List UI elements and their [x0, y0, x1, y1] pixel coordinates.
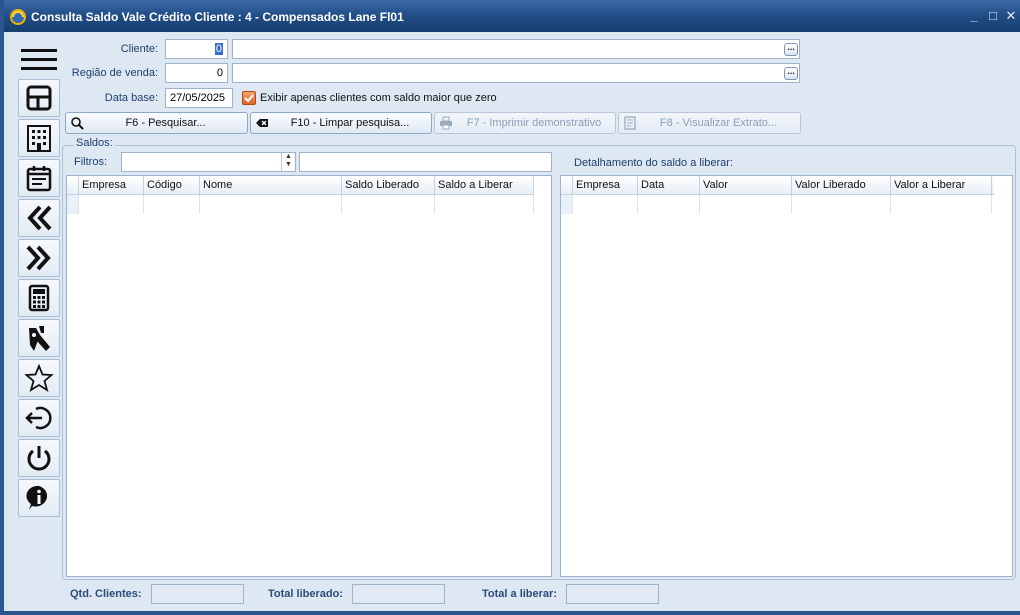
limpar-label: F10 - Limpar pesquisa...	[290, 117, 410, 129]
document-icon	[624, 116, 636, 130]
extrato-label: F8 - Visualizar Extrato...	[659, 117, 778, 129]
col-empresa[interactable]: Empresa	[79, 176, 144, 195]
previous-button[interactable]	[18, 199, 60, 237]
row-indicator-header	[67, 176, 79, 195]
row-indicator	[561, 195, 573, 214]
calendar-button[interactable]	[18, 159, 60, 197]
app-logo-icon	[10, 9, 26, 25]
col-saldo-liberado[interactable]: Saldo Liberado	[342, 176, 435, 195]
calculator-icon	[28, 284, 50, 312]
logout-icon	[25, 406, 52, 430]
cell-valor	[700, 195, 792, 214]
cell-codigo	[144, 195, 200, 214]
tools-icon	[29, 326, 50, 351]
info-button[interactable]	[18, 479, 60, 517]
cell-saldo-a-liberar	[435, 195, 534, 214]
exibir-saldo-label: Exibir apenas clientes com saldo maior q…	[260, 92, 497, 104]
layout-button[interactable]	[18, 79, 60, 117]
cell-valor-liberado	[792, 195, 891, 214]
cliente-label: Cliente:	[120, 43, 158, 55]
cell-data	[638, 195, 700, 214]
double-chevron-right-icon	[26, 245, 51, 271]
building-button[interactable]	[18, 119, 60, 157]
calendar-icon	[26, 166, 52, 192]
window: Consulta Saldo Vale Crédito Cliente : 4 …	[0, 0, 1020, 615]
cliente-lookup-button[interactable]: ...	[784, 43, 798, 56]
row-indicator	[67, 195, 79, 214]
imprimir-button[interactable]: F7 - Imprimir demonstrativo	[434, 112, 616, 134]
saldos-group-label: Saldos:	[74, 137, 115, 149]
minimize-button[interactable]: _	[966, 8, 982, 23]
filtro-field-select[interactable]	[121, 152, 296, 172]
col-saldo-a-liberar[interactable]: Saldo a Liberar	[435, 176, 534, 195]
data-base-label: Data base:	[104, 92, 158, 104]
total-liberado-field	[352, 584, 445, 604]
calculator-button[interactable]	[18, 279, 60, 317]
logout-button[interactable]	[18, 399, 60, 437]
saldos-grid-header: Empresa Código Nome Saldo Liberado Saldo…	[67, 176, 534, 195]
cell-nome	[200, 195, 342, 214]
detalhamento-label: Detalhamento do saldo a liberar:	[574, 157, 733, 169]
regiao-label: Região de venda:	[71, 67, 158, 79]
clear-icon	[256, 119, 268, 127]
exibir-saldo-checkbox[interactable]	[242, 91, 256, 105]
extrato-button[interactable]: F8 - Visualizar Extrato...	[618, 112, 801, 134]
star-icon	[24, 363, 54, 392]
cliente-code-input[interactable]: 0	[165, 39, 228, 59]
info-icon	[26, 485, 48, 510]
data-base-input[interactable]: 27/05/2025	[165, 88, 233, 108]
detalhamento-grid[interactable]: Empresa Data Valor Valor Liberado Valor …	[560, 175, 1013, 577]
title-bar[interactable]: Consulta Saldo Vale Crédito Cliente : 4 …	[4, 0, 1020, 32]
filtros-label: Filtros:	[74, 156, 107, 168]
close-button[interactable]: ✕	[1003, 8, 1019, 24]
search-icon	[71, 117, 84, 130]
pesquisar-button[interactable]: F6 - Pesquisar...	[65, 112, 248, 134]
row-indicator-header	[561, 176, 573, 195]
power-icon	[27, 446, 51, 471]
filtro-text-input[interactable]	[299, 152, 552, 172]
menu-icon[interactable]	[21, 45, 57, 75]
tools-button[interactable]	[18, 319, 60, 357]
building-icon	[27, 125, 51, 152]
layout-icon	[26, 85, 52, 111]
double-chevron-left-icon	[27, 205, 52, 231]
col-empresa[interactable]: Empresa	[573, 176, 638, 195]
col-valor[interactable]: Valor	[700, 176, 792, 195]
total-a-liberar-label: Total a liberar:	[482, 588, 557, 600]
table-row[interactable]	[67, 195, 534, 214]
limpar-button[interactable]: F10 - Limpar pesquisa...	[250, 112, 432, 134]
cliente-code-value: 0	[214, 43, 223, 55]
total-a-liberar-field	[566, 584, 659, 604]
col-nome[interactable]: Nome	[200, 176, 342, 195]
checkmark-icon	[244, 94, 254, 103]
cell-valor-a-liberar	[891, 195, 992, 214]
cell-empresa	[573, 195, 638, 214]
next-button[interactable]	[18, 239, 60, 277]
detalhamento-grid-header: Empresa Data Valor Valor Liberado Valor …	[561, 176, 994, 195]
col-codigo[interactable]: Código	[144, 176, 200, 195]
table-row[interactable]	[561, 195, 992, 214]
qtd-clientes-label: Qtd. Clientes:	[70, 588, 142, 600]
favorite-button[interactable]	[18, 359, 60, 397]
imprimir-label: F7 - Imprimir demonstrativo	[466, 117, 602, 129]
col-valor-liberado[interactable]: Valor Liberado	[792, 176, 891, 195]
qtd-clientes-field	[151, 584, 244, 604]
cell-empresa	[79, 195, 144, 214]
saldos-grid[interactable]: Empresa Código Nome Saldo Liberado Saldo…	[66, 175, 552, 577]
cell-saldo-liberado	[342, 195, 435, 214]
total-liberado-label: Total liberado:	[268, 588, 343, 600]
cliente-name-input[interactable]	[232, 39, 800, 59]
col-valor-a-liberar[interactable]: Valor a Liberar	[891, 176, 992, 195]
col-data[interactable]: Data	[638, 176, 700, 195]
regiao-lookup-button[interactable]: ...	[784, 67, 798, 80]
regiao-name-input[interactable]	[232, 63, 800, 83]
regiao-code-input[interactable]: 0	[165, 63, 228, 83]
maximize-button[interactable]: □	[985, 8, 1001, 23]
window-title: Consulta Saldo Vale Crédito Cliente : 4 …	[31, 10, 404, 24]
power-button[interactable]	[18, 439, 60, 477]
printer-icon	[440, 116, 452, 130]
filtro-spinner[interactable]: ▲ ▼	[281, 153, 295, 171]
pesquisar-label: F6 - Pesquisar...	[125, 117, 206, 129]
